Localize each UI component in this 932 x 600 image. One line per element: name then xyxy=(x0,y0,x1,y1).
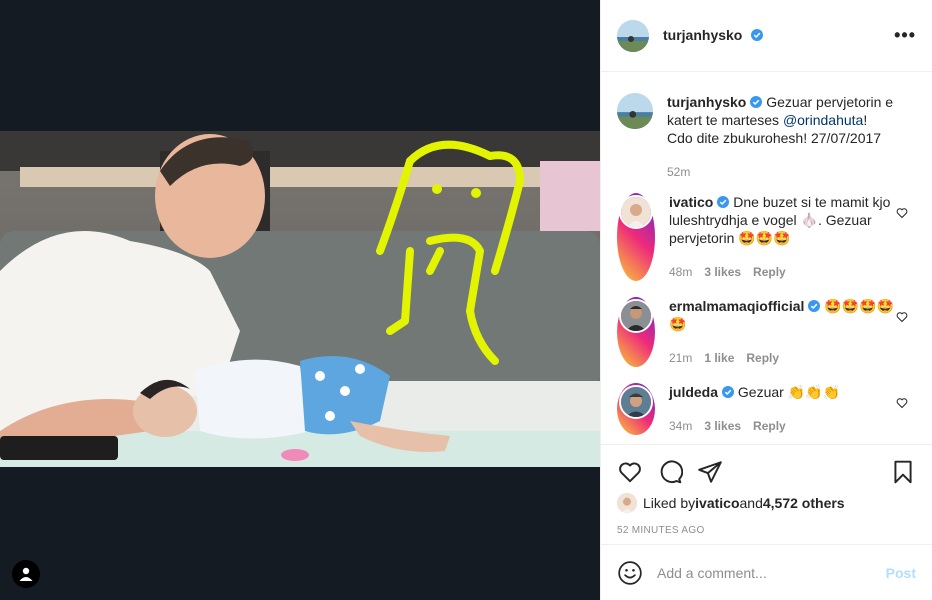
avatar-image xyxy=(617,493,637,513)
comment-time[interactable]: 21m xyxy=(669,349,692,367)
comment-text: juldeda Gezuar 👏👏👏 xyxy=(669,383,896,401)
caption-body: turjanhysko Gezuar pervjetorin e katert … xyxy=(667,93,916,181)
comment-likes[interactable]: 1 like xyxy=(704,349,734,367)
comment-likes[interactable]: 3 likes xyxy=(704,417,741,435)
comment-content: Gezuar 👏👏👏 xyxy=(737,384,841,400)
like-comment-icon[interactable] xyxy=(896,207,908,219)
comment-item: ivatico Dne buzet si te mamit kjo lulesh… xyxy=(617,193,916,281)
caption-text: turjanhysko Gezuar pervjetorin e katert … xyxy=(667,93,896,147)
commenter-avatar[interactable] xyxy=(617,383,655,435)
photo-illustration xyxy=(0,131,600,467)
share-paper-plane-icon[interactable] xyxy=(697,459,723,485)
comment-text: ermalmamaqiofficial 🤩🤩🤩🤩🤩 xyxy=(669,297,896,333)
like-comment-icon[interactable] xyxy=(896,311,908,323)
avatar-image xyxy=(621,197,651,227)
comment-body: juldeda Gezuar 👏👏👏 34m 3 likes Reply xyxy=(669,383,916,435)
post-timestamp[interactable]: 52 MINUTES AGO xyxy=(617,525,916,536)
likes-summary: Liked by ivatico and 4,572 others xyxy=(617,493,916,513)
likes-middle: and xyxy=(739,495,763,511)
post-header: turjanhysko ••• xyxy=(601,0,932,72)
reply-button[interactable]: Reply xyxy=(753,263,786,281)
save-bookmark-icon[interactable] xyxy=(890,459,916,485)
verified-badge-icon xyxy=(717,196,730,208)
comment-time[interactable]: 48m xyxy=(669,263,692,281)
verified-badge-icon xyxy=(750,28,763,41)
emoji-icon[interactable] xyxy=(617,560,643,586)
author-avatar[interactable] xyxy=(617,19,649,52)
comment-item: ermalmamaqiofficial 🤩🤩🤩🤩🤩 21m 1 like Rep… xyxy=(617,297,916,367)
avatar-image xyxy=(617,93,653,129)
liker-avatar xyxy=(617,493,637,513)
liker-username[interactable]: ivatico xyxy=(695,495,739,511)
author-username[interactable]: turjanhysko xyxy=(663,27,763,45)
likes-prefix: Liked by xyxy=(643,495,696,511)
author-avatar-small[interactable] xyxy=(617,93,653,129)
caption-time[interactable]: 52m xyxy=(667,163,690,181)
caption-mention[interactable]: @orindahuta xyxy=(783,112,863,128)
comment-meta: 21m 1 like Reply xyxy=(669,349,896,367)
reply-button[interactable]: Reply xyxy=(746,349,779,367)
caption-author[interactable]: turjanhysko xyxy=(667,94,746,110)
caption: turjanhysko Gezuar pervjetorin e katert … xyxy=(617,93,916,181)
comment-time[interactable]: 34m xyxy=(669,417,692,435)
post-panel: turjanhysko ••• turjanhysko Gezuar pervj… xyxy=(600,0,932,600)
commenter-avatar[interactable] xyxy=(617,297,655,367)
comment-meta: 48m 3 likes Reply xyxy=(669,263,896,281)
comments-list: turjanhysko Gezuar pervjetorin e katert … xyxy=(601,73,932,444)
avatar-image xyxy=(617,19,649,52)
post-comment-button[interactable]: Post xyxy=(886,565,916,581)
comment-username[interactable]: juldeda xyxy=(669,384,718,400)
post-actions: Liked by ivatico and 4,572 others 52 MIN… xyxy=(601,444,932,544)
reply-button[interactable]: Reply xyxy=(753,417,786,435)
verified-badge-icon xyxy=(722,386,735,398)
verified-badge-icon xyxy=(808,300,821,312)
add-comment-form: Post xyxy=(601,544,932,600)
account-button[interactable] xyxy=(12,560,40,588)
comment-likes[interactable]: 3 likes xyxy=(704,263,741,281)
more-options-icon[interactable]: ••• xyxy=(894,25,916,46)
commenter-avatar[interactable] xyxy=(617,193,655,281)
person-icon xyxy=(19,567,33,581)
comment-meta: 34m 3 likes Reply xyxy=(669,417,896,435)
action-bar xyxy=(617,445,916,493)
comment-username[interactable]: ivatico xyxy=(669,194,713,210)
avatar-image xyxy=(621,387,651,417)
comment-item: juldeda Gezuar 👏👏👏 34m 3 likes Reply xyxy=(617,383,916,435)
comment-body: ivatico Dne buzet si te mamit kjo lulesh… xyxy=(669,193,916,281)
likes-count[interactable]: 4,572 others xyxy=(763,495,845,511)
comment-body: ermalmamaqiofficial 🤩🤩🤩🤩🤩 21m 1 like Rep… xyxy=(669,297,916,367)
media-area xyxy=(0,0,600,600)
caption-meta: 52m xyxy=(667,163,896,181)
post-photo[interactable] xyxy=(0,131,600,467)
like-heart-icon[interactable] xyxy=(617,459,643,485)
comment-text: ivatico Dne buzet si te mamit kjo lulesh… xyxy=(669,193,896,247)
author-name[interactable]: turjanhysko xyxy=(663,27,742,43)
comment-input[interactable] xyxy=(657,564,886,581)
avatar-image xyxy=(621,301,651,331)
comment-bubble-icon[interactable] xyxy=(657,459,683,485)
comment-username[interactable]: ermalmamaqiofficial xyxy=(669,298,804,314)
verified-badge-icon xyxy=(750,96,763,108)
like-comment-icon[interactable] xyxy=(896,397,908,409)
